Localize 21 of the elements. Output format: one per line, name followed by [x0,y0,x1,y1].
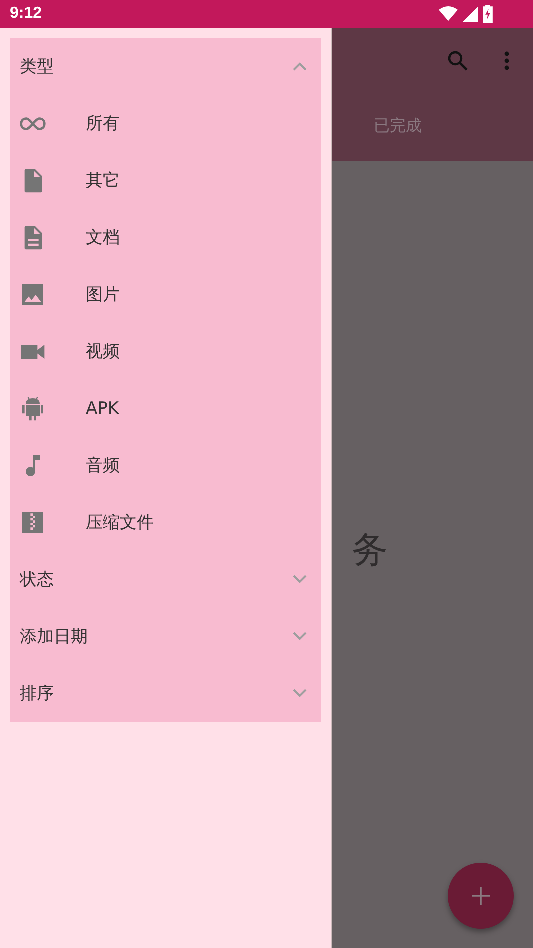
wifi-icon [439,6,458,22]
add-button[interactable] [448,863,514,929]
section-header[interactable]: 排序 [10,665,321,722]
section-header[interactable]: 类型 [10,38,321,95]
status-time: 9:12 [10,5,42,23]
filter-option[interactable]: 其它 [10,152,321,209]
battery-icon [483,5,493,23]
filter-option[interactable]: 所有 [10,95,321,152]
search-icon[interactable] [446,49,470,73]
filter-option[interactable]: APK [10,380,321,437]
empty-message: 务 [352,530,388,571]
filter-option[interactable]: 图片 [10,266,321,323]
plus-icon [471,886,491,906]
filter-option[interactable]: 压缩文件 [10,494,321,551]
section-header[interactable]: 添加日期 [10,608,321,665]
filter-option[interactable]: 音频 [10,437,321,494]
filter-option[interactable]: 文档 [10,209,321,266]
more-icon[interactable] [504,51,510,71]
signal-icon [463,6,478,22]
section-header[interactable]: 状态 [10,551,321,608]
filter-option[interactable]: 视频 [10,323,321,380]
